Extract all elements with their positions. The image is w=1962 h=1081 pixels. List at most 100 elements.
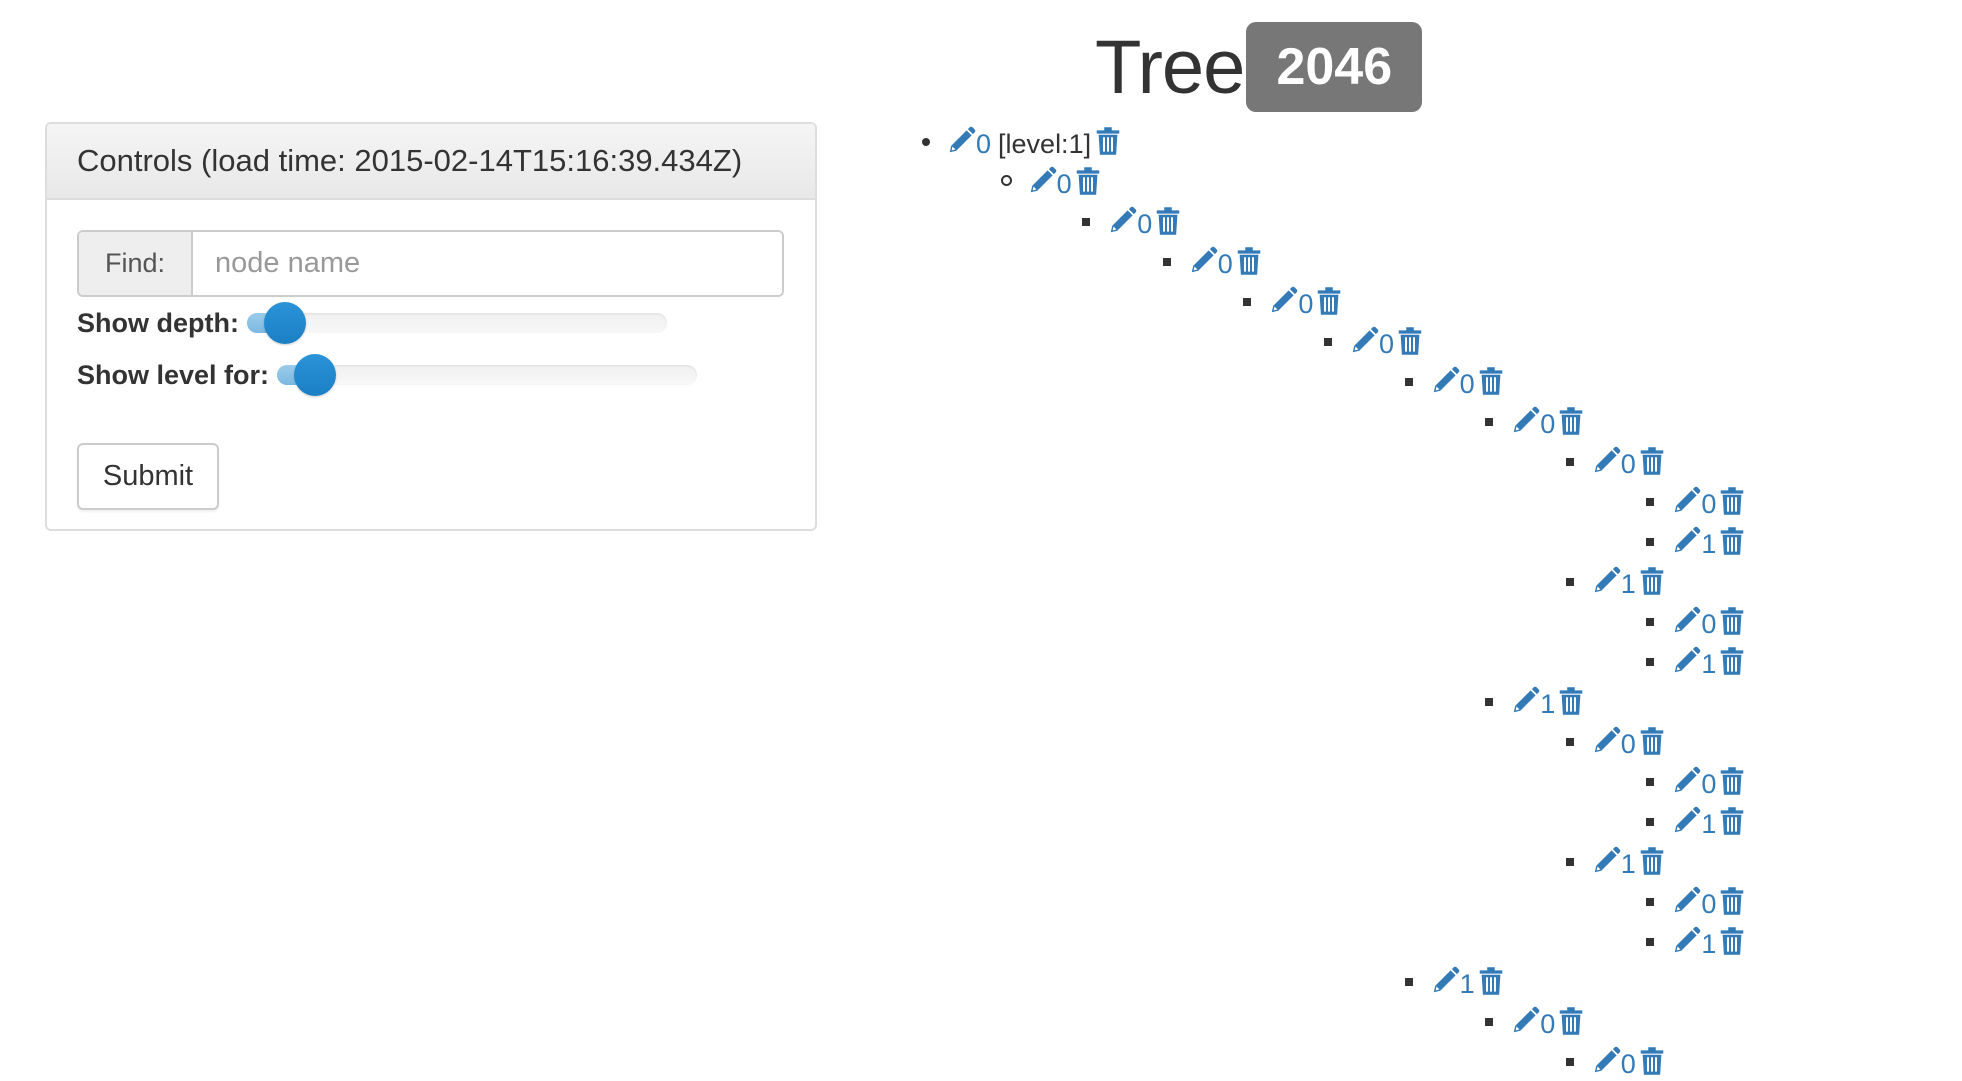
tree-node-label[interactable]: 1 [1460, 970, 1475, 998]
pencil-icon[interactable] [1430, 366, 1460, 396]
tree-node-label[interactable]: 0 [1057, 170, 1072, 198]
show-depth-slider[interactable] [246, 302, 667, 344]
pencil-icon[interactable] [1671, 486, 1701, 516]
pencil-icon[interactable] [1671, 766, 1701, 796]
tree-node-label[interactable]: 0 [1701, 770, 1716, 798]
show-depth-slider-handle[interactable] [263, 302, 306, 344]
tree-node-label[interactable]: 1 [1701, 810, 1716, 838]
tree-node: 0 [1643, 601, 1747, 641]
tree-node-label[interactable]: 0 [1298, 290, 1313, 318]
trash-icon[interactable] [1637, 446, 1667, 476]
tree-node-label[interactable]: 0 [1621, 730, 1636, 758]
pencil-icon[interactable] [1430, 966, 1460, 996]
trash-icon[interactable] [1153, 206, 1183, 236]
tree-node: 1 [1402, 961, 1506, 1001]
pencil-icon[interactable] [1188, 246, 1218, 276]
pencil-icon[interactable] [1510, 1006, 1540, 1036]
pencil-icon[interactable] [1671, 886, 1701, 916]
trash-icon[interactable] [1073, 166, 1103, 196]
show-level-row: Show level for: [77, 354, 785, 396]
find-input[interactable] [193, 232, 782, 295]
trash-icon[interactable] [1637, 566, 1667, 596]
pencil-icon[interactable] [1591, 846, 1621, 876]
submit-button[interactable]: Submit [77, 443, 219, 510]
tree-node-label[interactable]: 0 [1701, 490, 1716, 518]
tree-node-label[interactable]: 0 [1701, 610, 1716, 638]
controls-panel: Controls (load time: 2015-02-14T15:16:39… [45, 122, 817, 531]
tree-node-label[interactable]: 0 [1137, 210, 1152, 238]
pencil-icon[interactable] [1671, 526, 1701, 556]
pencil-icon[interactable] [1510, 686, 1540, 716]
trash-icon[interactable] [1476, 966, 1506, 996]
tree-node-label[interactable]: 0 [976, 130, 991, 158]
pencil-icon[interactable] [1027, 166, 1057, 196]
trash-icon[interactable] [1717, 646, 1747, 676]
tree-node-label[interactable]: 1 [1621, 850, 1636, 878]
trash-icon[interactable] [1717, 526, 1747, 556]
trash-icon[interactable] [1717, 766, 1747, 796]
show-level-slider-handle[interactable] [293, 354, 336, 396]
show-depth-row: Show depth: [77, 302, 785, 344]
trash-icon[interactable] [1476, 366, 1506, 396]
tree-node-label[interactable]: 0 [1218, 250, 1233, 278]
trash-icon[interactable] [1717, 926, 1747, 956]
trash-icon[interactable] [1637, 846, 1667, 876]
tree-node-label[interactable]: 0 [1540, 1010, 1555, 1038]
trash-icon[interactable] [1234, 246, 1264, 276]
show-level-label: Show level for: [77, 359, 270, 390]
tree-node-label[interactable]: 1 [1701, 530, 1716, 558]
tree-bullet [1563, 721, 1591, 761]
show-level-slider[interactable] [277, 354, 698, 396]
tree-bullet [1482, 1001, 1510, 1041]
tree-node-label[interactable]: 0 [1701, 890, 1716, 918]
tree-bullet [1402, 961, 1430, 1001]
trash-icon[interactable] [1717, 606, 1747, 636]
node-count-badge: 2046 [1246, 22, 1423, 112]
pencil-icon[interactable] [1671, 606, 1701, 636]
tree-node: 0 [1402, 361, 1506, 401]
tree-node-label[interactable]: 0 [1621, 450, 1636, 478]
pencil-icon[interactable] [1349, 326, 1379, 356]
tree-node: 0 [level:1] [918, 121, 1123, 161]
pencil-icon[interactable] [1510, 406, 1540, 436]
tree-node: 0 [999, 161, 1103, 201]
tree-node-label[interactable]: 0 [1460, 370, 1475, 398]
tree-node: 0 [1643, 761, 1747, 801]
pencil-icon[interactable] [1591, 726, 1621, 756]
pencil-icon[interactable] [1591, 566, 1621, 596]
tree-node: 0 [1482, 1001, 1586, 1041]
trash-icon[interactable] [1556, 686, 1586, 716]
pencil-icon[interactable] [1671, 646, 1701, 676]
tree-node-label[interactable]: 1 [1701, 930, 1716, 958]
tree-node-label[interactable]: 0 [1540, 410, 1555, 438]
tree-bullet [1643, 881, 1671, 921]
trash-icon[interactable] [1717, 886, 1747, 916]
tree-node-label[interactable]: 1 [1540, 690, 1555, 718]
trash-icon[interactable] [1395, 326, 1425, 356]
tree-node-label[interactable]: 1 [1701, 650, 1716, 678]
controls-body: Find: Show depth: Show level for: Submit [47, 200, 815, 529]
page-title: Tree 2046 [1095, 22, 1423, 112]
trash-icon[interactable] [1637, 1046, 1667, 1076]
tree-bullet [1643, 481, 1671, 521]
pencil-icon[interactable] [1107, 206, 1137, 236]
pencil-icon[interactable] [1591, 446, 1621, 476]
trash-icon[interactable] [1717, 806, 1747, 836]
tree-node: 0 [1240, 281, 1344, 321]
pencil-icon[interactable] [1268, 286, 1298, 316]
pencil-icon[interactable] [1591, 1046, 1621, 1076]
trash-icon[interactable] [1556, 1006, 1586, 1036]
tree-node-label[interactable]: 1 [1621, 570, 1636, 598]
trash-icon[interactable] [1093, 126, 1123, 156]
tree-node-label[interactable]: 0 [1379, 330, 1394, 358]
trash-icon[interactable] [1717, 486, 1747, 516]
trash-icon[interactable] [1556, 406, 1586, 436]
pencil-icon[interactable] [1671, 926, 1701, 956]
trash-icon[interactable] [1637, 726, 1667, 756]
pencil-icon[interactable] [1671, 806, 1701, 836]
tree-node: 0 [1643, 481, 1747, 521]
tree-bullet [1643, 601, 1671, 641]
pencil-icon[interactable] [946, 126, 976, 156]
trash-icon[interactable] [1314, 286, 1344, 316]
tree-node-label[interactable]: 0 [1621, 1050, 1636, 1078]
